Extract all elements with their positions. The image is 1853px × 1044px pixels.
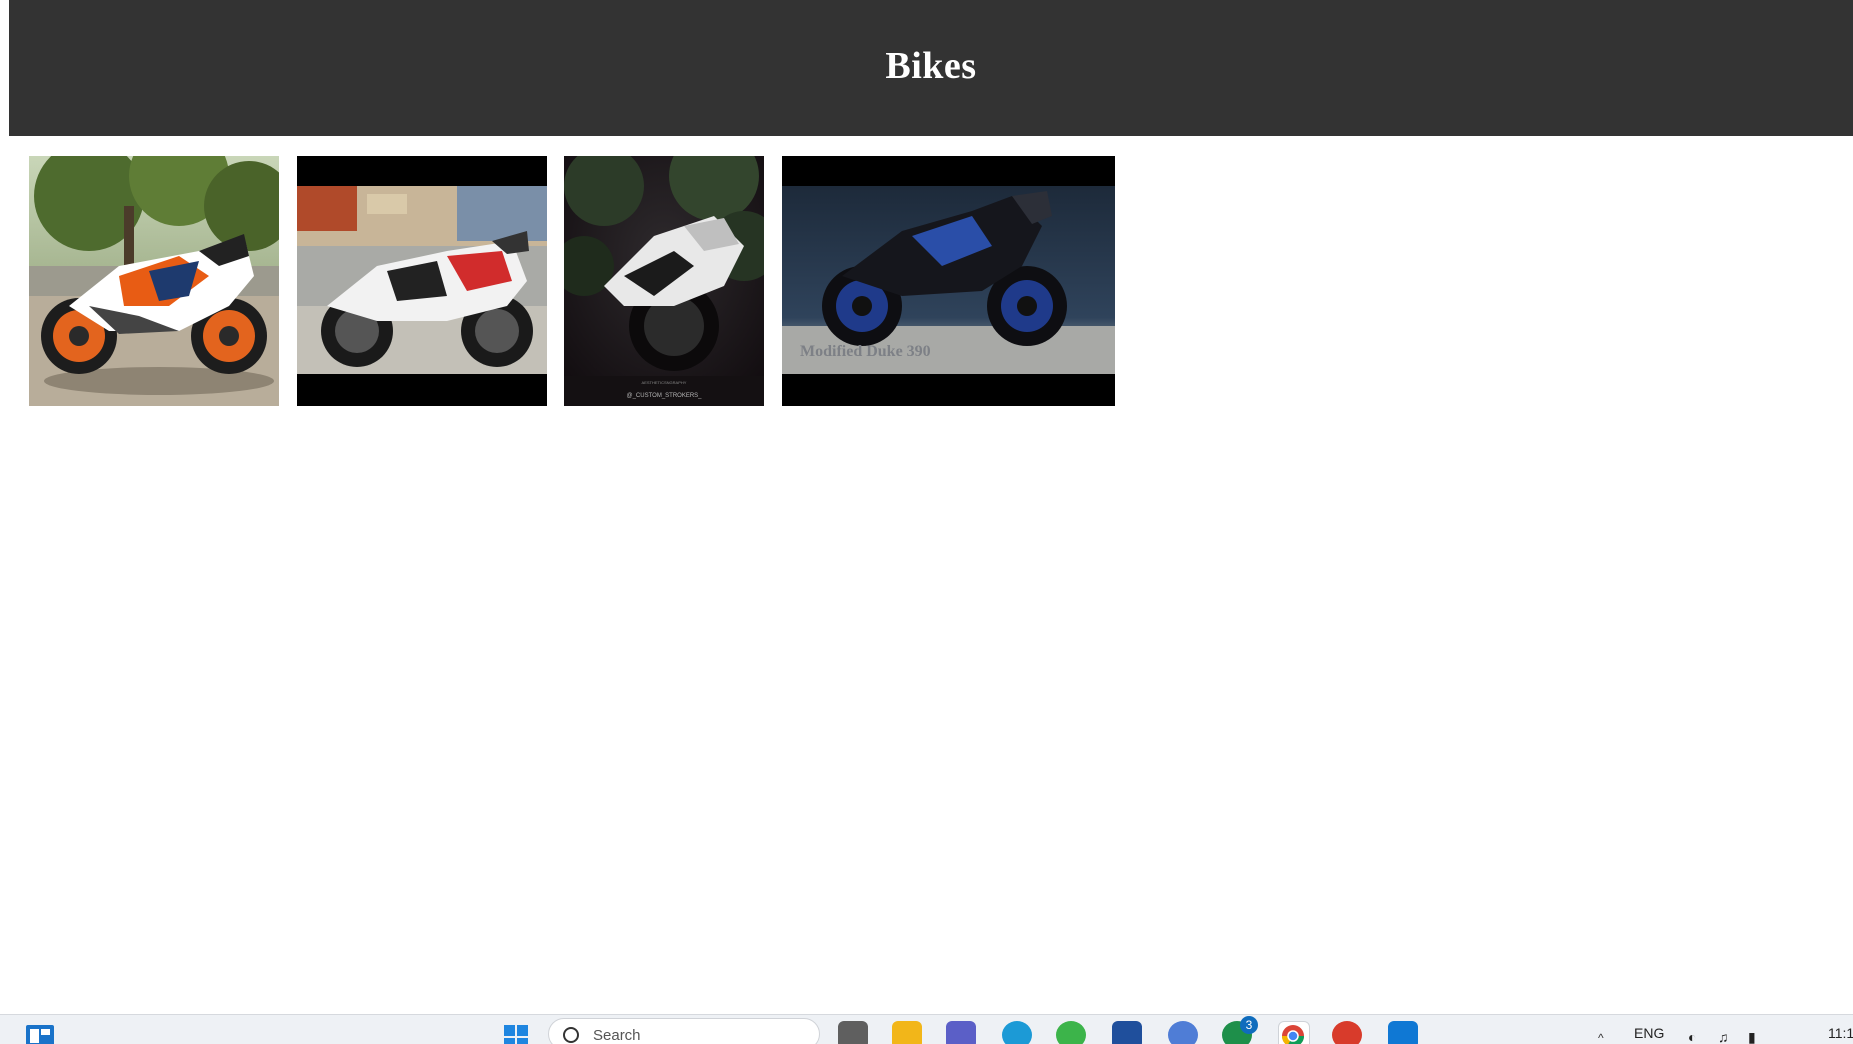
bike-photo-2[interactable] <box>297 156 547 406</box>
bike-photo-3[interactable]: AESTHETICSNGRAPHY @_CUSTOM_STROKERS_ <box>564 156 764 406</box>
bike-photo-4[interactable]: Modified Duke 390 <box>782 156 1115 406</box>
taskbar: Search 3 ^ ENG ◐ ♫ ▮ 11:1 <box>0 1014 1853 1044</box>
search-placeholder: Search <box>593 1027 641 1044</box>
bike-image-3: AESTHETICSNGRAPHY @_CUSTOM_STROKERS_ <box>564 156 764 406</box>
file-explorer-icon[interactable] <box>838 1021 868 1044</box>
bike-image-1 <box>29 156 279 406</box>
notification-badge: 3 <box>1240 1016 1258 1034</box>
office-icon[interactable] <box>1332 1021 1362 1044</box>
widgets-icon[interactable] <box>24 1019 56 1044</box>
language-indicator[interactable]: ENG <box>1634 1025 1664 1041</box>
wifi-icon[interactable]: ◐ <box>1688 1029 1696 1044</box>
volume-icon[interactable]: ♫ <box>1718 1029 1729 1044</box>
vscode-icon[interactable] <box>1388 1021 1418 1044</box>
store-icon[interactable] <box>1112 1021 1142 1044</box>
chevron-up-icon[interactable]: ^ <box>1598 1031 1604 1044</box>
taskbar-search-input[interactable]: Search <box>548 1018 820 1044</box>
start-icon[interactable] <box>500 1019 532 1044</box>
search-icon <box>563 1027 579 1043</box>
bike-photo-1[interactable] <box>29 156 279 406</box>
photo-4-caption: Modified Duke 390 <box>800 343 931 360</box>
page-title: Bikes <box>885 45 977 87</box>
clock[interactable]: 11:1 <box>1828 1025 1853 1041</box>
teams-icon[interactable] <box>946 1021 976 1044</box>
svg-text:AESTHETICSNGRAPHY: AESTHETICSNGRAPHY <box>642 380 687 385</box>
bike-image-2 <box>297 156 547 406</box>
refresh-app-icon[interactable] <box>1056 1021 1086 1044</box>
edge-icon[interactable] <box>1002 1021 1032 1044</box>
page: Bikes AESTHETICSNGRAPHY @_CUSTOM_STROKER… <box>0 0 1853 1044</box>
app-icon[interactable] <box>1168 1021 1198 1044</box>
photo-3-caption: @_CUSTOM_STROKERS_ <box>627 393 703 399</box>
battery-icon[interactable]: ▮ <box>1748 1029 1756 1044</box>
page-header: Bikes <box>9 0 1853 136</box>
chrome-icon[interactable] <box>1278 1021 1310 1044</box>
folder-icon[interactable] <box>892 1021 922 1044</box>
bike-image-4: Modified Duke 390 <box>782 156 1115 406</box>
